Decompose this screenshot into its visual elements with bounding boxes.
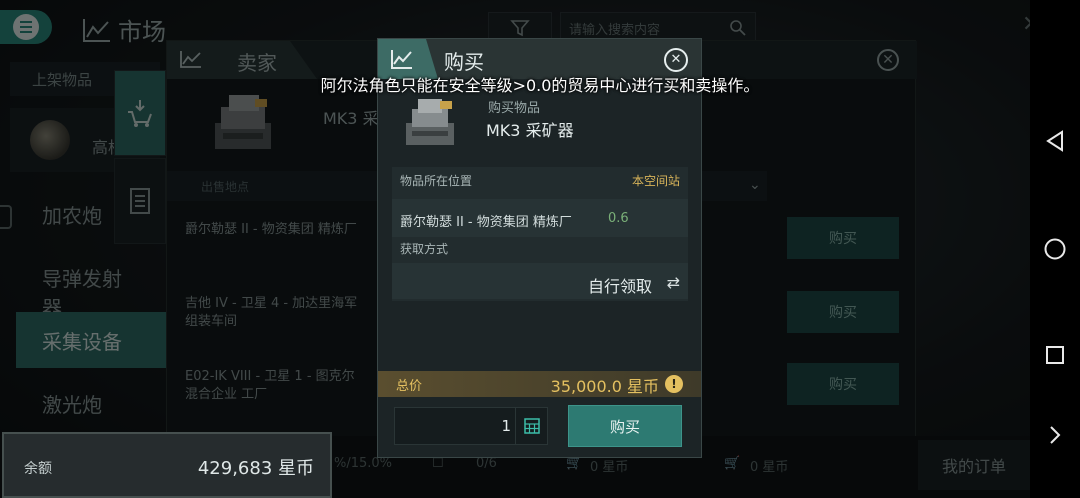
- chart-line-icon: [180, 51, 201, 68]
- system-nav-bar: [1030, 0, 1080, 498]
- location-row: 物品所在位置 本空间站: [400, 172, 680, 196]
- seller-row-name: E02-IK VIII - 卫星 1 - 图克尔混合企业 工厂: [185, 369, 355, 402]
- row-buy-button[interactable]: 购买: [787, 217, 899, 259]
- buy-dialog-header: 购买 ✕: [378, 39, 701, 79]
- filter-icon: [510, 20, 530, 37]
- chart-line-icon: [83, 18, 110, 42]
- station-name: 爵尔勒瑟 II - 物资集团 精炼厂: [400, 215, 572, 230]
- cart-download-icon: [128, 100, 152, 127]
- home-icon[interactable]: [1040, 234, 1070, 264]
- buy-dialog-title: 购买: [444, 50, 484, 74]
- station-row: 爵尔勒瑟 II - 物资集团 精炼厂 0.6: [392, 199, 688, 237]
- recents-icon[interactable]: [1040, 340, 1070, 370]
- balance-label: 余额: [24, 461, 52, 477]
- seller-title: 卖家: [237, 51, 277, 75]
- chart-line-icon: [391, 50, 412, 69]
- total-price-bar: 总价 35,000.0 星币 !: [378, 371, 701, 397]
- category-item[interactable]: 激光炮: [16, 375, 166, 431]
- item-thumbnail: [30, 120, 70, 160]
- market-title: 市场: [82, 12, 166, 47]
- confirm-buy-button[interactable]: 购买: [568, 405, 682, 447]
- category-item-active[interactable]: 采集设备: [16, 312, 166, 368]
- row-buy-button[interactable]: 购买: [787, 291, 899, 333]
- warning-icon[interactable]: !: [665, 375, 683, 393]
- seller-product-name: MK3 采: [323, 109, 379, 128]
- acquire-method-selector[interactable]: 自行领取 ⇄: [392, 263, 688, 299]
- chevron-right-icon[interactable]: [1040, 420, 1070, 450]
- product-name: MK3 采矿器: [486, 121, 574, 140]
- buy-dialog-tab: [378, 39, 438, 79]
- swap-icon[interactable]: ⇄: [667, 273, 680, 292]
- mining-laser-image: [406, 99, 454, 145]
- tab-sell-list[interactable]: [114, 158, 166, 244]
- security-level: 0.6: [608, 211, 629, 226]
- search-icon[interactable]: [729, 19, 747, 37]
- total-label: 总价: [396, 379, 423, 394]
- category-item[interactable]: 导弹发射器: [16, 249, 166, 320]
- tax-rate-text: %/15.0%: [334, 456, 393, 471]
- my-orders-button[interactable]: 我的订单: [918, 440, 1030, 490]
- total-value: 35,000.0 星币: [550, 377, 659, 396]
- seller-row-name: 吉他 IV - 卫星 4 - 加达里海军 组装车间: [185, 296, 358, 329]
- left-edge-handle[interactable]: [0, 205, 12, 229]
- buy-total-text: 0 星币: [590, 460, 629, 475]
- balance-panel: 余额 429,683 星币: [2, 432, 332, 498]
- cart-icon: 🛒: [724, 456, 741, 471]
- acquire-label: 获取方式: [400, 242, 449, 256]
- document-icon: [130, 188, 150, 214]
- location-label: 物品所在位置: [400, 174, 473, 188]
- tab-buy-orders[interactable]: [114, 70, 166, 156]
- location-box: 物品所在位置 本空间站 爵尔勒瑟 II - 物资集团 精炼厂 0.6 获取方式 …: [392, 167, 688, 301]
- chevron-down-icon[interactable]: ⌄: [749, 177, 761, 193]
- back-icon[interactable]: [1040, 126, 1070, 156]
- row-buy-button[interactable]: 购买: [787, 363, 899, 405]
- buy-dialog: 购买 ✕ 购买物品 MK3 采矿器 物品所在位置 本空间站 爵尔勒瑟 II - …: [377, 38, 702, 458]
- order-count-text: 0/6: [476, 456, 497, 471]
- acquire-method: 自行领取: [587, 277, 652, 296]
- product-caption: 购买物品: [488, 101, 541, 116]
- slot-icon: ☐: [432, 456, 444, 471]
- calculator-icon[interactable]: [515, 408, 547, 444]
- close-dialog-icon[interactable]: ✕: [664, 48, 688, 72]
- menu-icon: [13, 14, 39, 40]
- seller-row-name: 爵尔勒瑟 II - 物资集团 精炼厂: [185, 222, 357, 237]
- menu-button[interactable]: [0, 10, 52, 44]
- quantity-value: 1: [501, 417, 511, 435]
- security-warning-toast: 阿尔法角色只能在安全等级>0.0的贸易中心进行买和卖操作。: [320, 76, 760, 95]
- mining-laser-image: [215, 95, 271, 149]
- cart-icon: 🛒: [566, 456, 583, 471]
- close-seller-icon[interactable]: ✕: [877, 49, 899, 71]
- quantity-input[interactable]: 1: [394, 407, 548, 445]
- location-value: 本空间站: [631, 174, 680, 188]
- sell-total-text: 0 星币: [750, 460, 789, 475]
- balance-value: 429,683 星币: [197, 458, 314, 479]
